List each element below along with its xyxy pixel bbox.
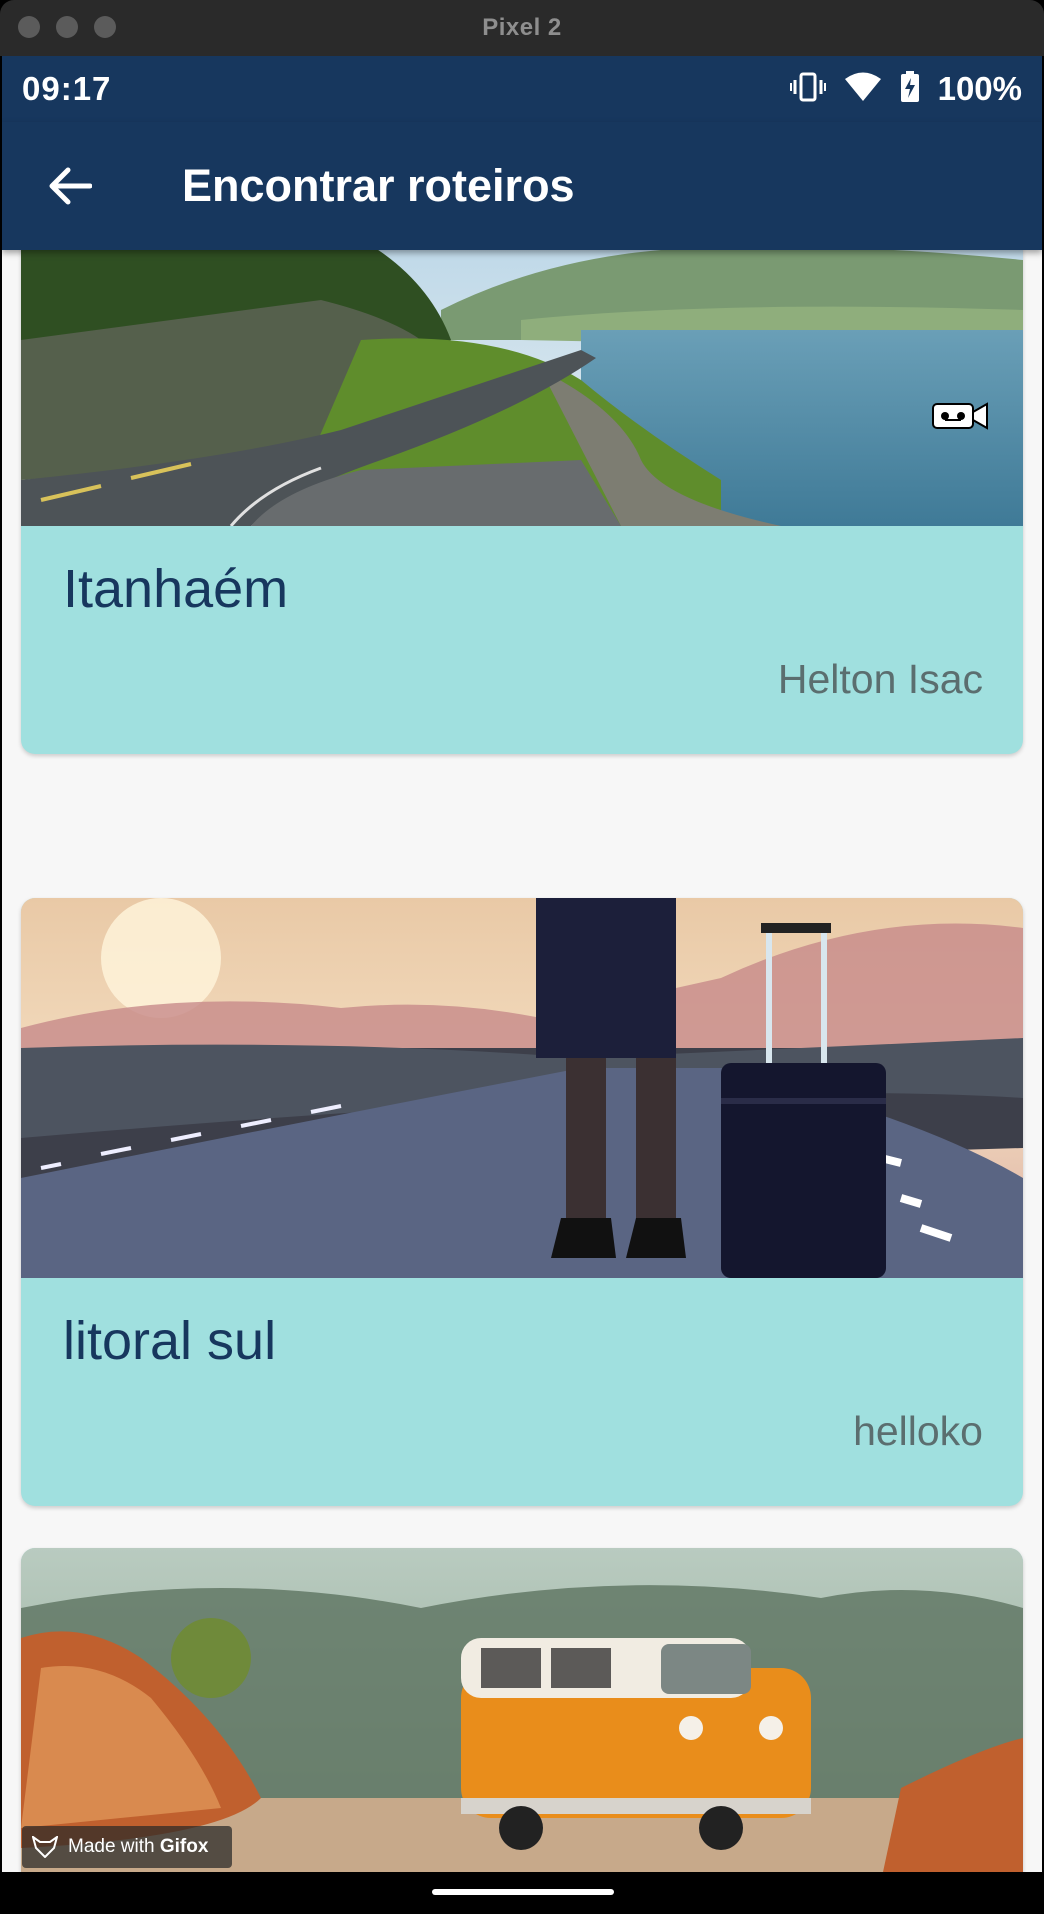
video-camera-icon bbox=[931, 400, 989, 432]
route-image-coastal-road bbox=[21, 220, 1023, 526]
wifi-icon bbox=[844, 72, 882, 107]
route-author: Helton Isac bbox=[777, 656, 983, 702]
back-button[interactable] bbox=[38, 154, 102, 218]
minimize-window-button[interactable] bbox=[56, 16, 78, 38]
arrow-back-icon bbox=[49, 167, 92, 205]
status-time: 09:17 bbox=[22, 70, 112, 107]
watermark-brand: Gifox bbox=[159, 1836, 209, 1857]
vibrate-icon bbox=[789, 72, 826, 107]
window-title: Pixel 2 bbox=[482, 14, 562, 41]
route-card-body: Itanhaém Helton Isac bbox=[21, 526, 1023, 754]
route-card-body: litoral sul helloko bbox=[21, 1278, 1023, 1506]
window-title-bar: Pixel 2 bbox=[0, 0, 1044, 56]
route-title: litoral sul bbox=[63, 1311, 277, 1371]
route-author: helloko bbox=[853, 1408, 983, 1454]
route-title: Itanhaém bbox=[63, 559, 289, 619]
route-card[interactable]: litoral sul helloko bbox=[21, 898, 1023, 1506]
app-bar: Encontrar roteiros bbox=[2, 122, 1042, 250]
fox-icon bbox=[32, 1836, 58, 1858]
route-image-traveler bbox=[21, 898, 1023, 1278]
route-card[interactable]: Itanhaém Helton Isac bbox=[21, 220, 1023, 754]
battery-percentage: 100% bbox=[937, 70, 1022, 107]
window-controls[interactable] bbox=[18, 16, 116, 38]
navigation-bar bbox=[2, 1872, 1042, 1912]
status-bar: 09:17 100% bbox=[2, 56, 1042, 122]
gifox-watermark: Made with Gifox bbox=[22, 1826, 232, 1868]
close-window-button[interactable] bbox=[18, 16, 40, 38]
watermark-prefix: Made with bbox=[68, 1836, 160, 1857]
phone-screen: 09:17 100% Encontrar roteiros Itanhaém H… bbox=[2, 56, 1042, 1912]
home-gesture-handle[interactable] bbox=[432, 1889, 614, 1895]
battery-charging-icon bbox=[900, 70, 920, 108]
zoom-window-button[interactable] bbox=[94, 16, 116, 38]
page-title: Encontrar roteiros bbox=[182, 160, 575, 211]
